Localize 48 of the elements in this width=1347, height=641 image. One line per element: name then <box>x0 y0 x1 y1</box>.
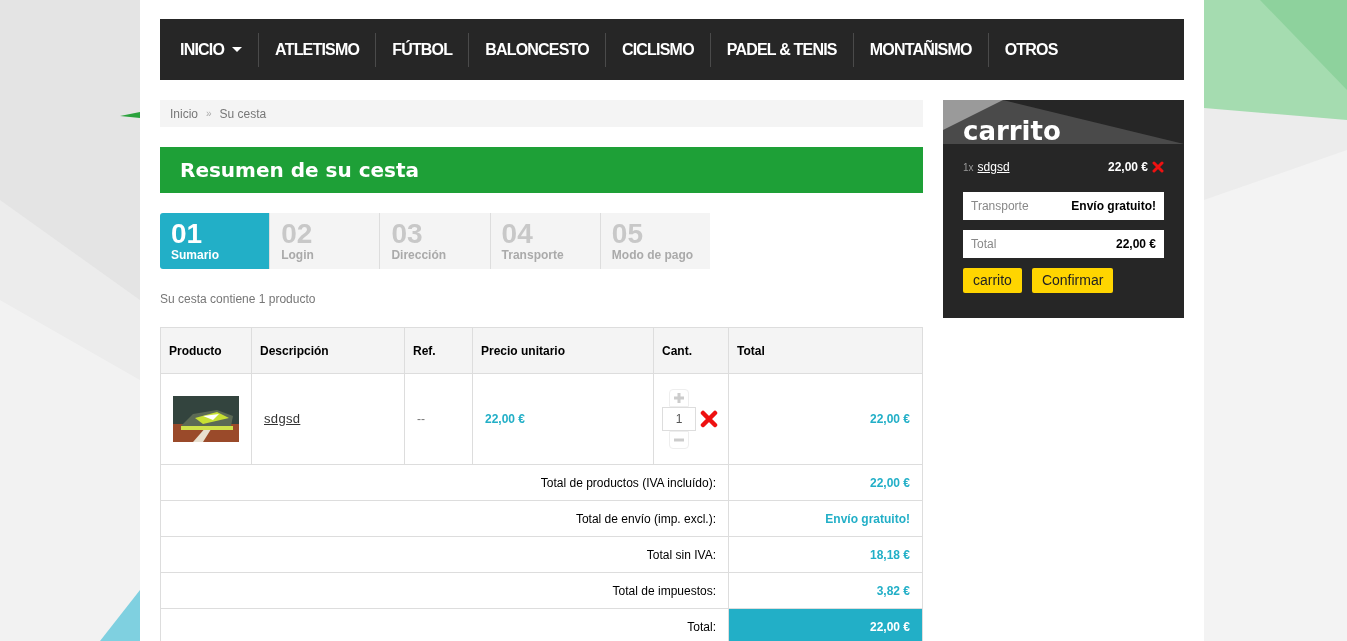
column-header: Precio unitario <box>472 327 654 374</box>
menu-item[interactable]: MONTAÑISMO <box>853 37 988 62</box>
column-header: Descripción <box>251 327 405 374</box>
table-cell: Total: <box>160 608 729 641</box>
table-cell: Total de envío (imp. excl.): <box>160 500 729 537</box>
cart-button[interactable]: Confirmar <box>1031 268 1114 293</box>
table-cell: Total de productos (IVA incluído): <box>160 464 729 501</box>
delete-icon[interactable] <box>1152 161 1164 173</box>
summary-label: Transporte <box>971 198 1029 215</box>
delete-icon[interactable] <box>700 410 718 428</box>
menu-item[interactable]: CICLISMO <box>605 37 710 62</box>
summary-value: 22,00 € <box>1115 236 1156 253</box>
table-cell: Envío gratuito! <box>728 500 923 537</box>
table-cell: 22,00 € <box>472 373 654 465</box>
page-heading: Resumen de su cesta <box>180 157 420 184</box>
plus-icon <box>673 392 685 404</box>
menu-item[interactable]: BALONCESTO <box>469 37 605 62</box>
menu-item[interactable]: FÚTBOL <box>376 37 469 62</box>
summary-label: Total <box>971 236 997 253</box>
table-cell: Total sin IVA: <box>160 536 729 573</box>
column-header: Ref. <box>404 327 473 374</box>
quantity-text: 1x <box>963 160 974 175</box>
breadcrumb-current: Su cesta <box>219 105 267 123</box>
breadcrumb-link[interactable]: Inicio <box>170 104 198 123</box>
column-header: Producto <box>160 327 252 374</box>
menu-item[interactable]: PADEL & TENIS <box>710 37 853 62</box>
menu-item[interactable]: OTROS <box>988 37 1074 62</box>
column-header: Cant. <box>653 327 729 374</box>
minus-icon <box>673 438 685 442</box>
cart-button[interactable]: carrito <box>963 268 1022 293</box>
table-cell: -- <box>404 373 473 465</box>
summary-value: Envío gratuito! <box>1071 198 1156 215</box>
cart-summary-text: Su cesta contiene 1 producto <box>160 291 317 308</box>
breadcrumb-separator: » <box>206 107 212 121</box>
cart-title: carrito <box>963 116 1061 146</box>
price-text: 22,00 € <box>1107 159 1148 176</box>
menu-item[interactable]: ATLETISMO <box>259 37 376 62</box>
product-link[interactable]: sdgsd <box>264 411 301 427</box>
table-cell: 18,18 € <box>728 536 923 573</box>
menu-item[interactable]: INICIO <box>164 37 259 62</box>
table-cell: Total de impuestos: <box>160 572 729 609</box>
table-cell: 22,00 € <box>728 373 923 465</box>
product-link[interactable]: sdgsd <box>977 158 1010 176</box>
table-cell: 3,82 € <box>728 572 923 609</box>
column-header: Total <box>728 327 923 374</box>
table-cell: 22,00 € <box>728 464 923 501</box>
table-cell: 22,00 € <box>728 608 923 641</box>
quantity-field[interactable]: 1 <box>662 407 696 431</box>
